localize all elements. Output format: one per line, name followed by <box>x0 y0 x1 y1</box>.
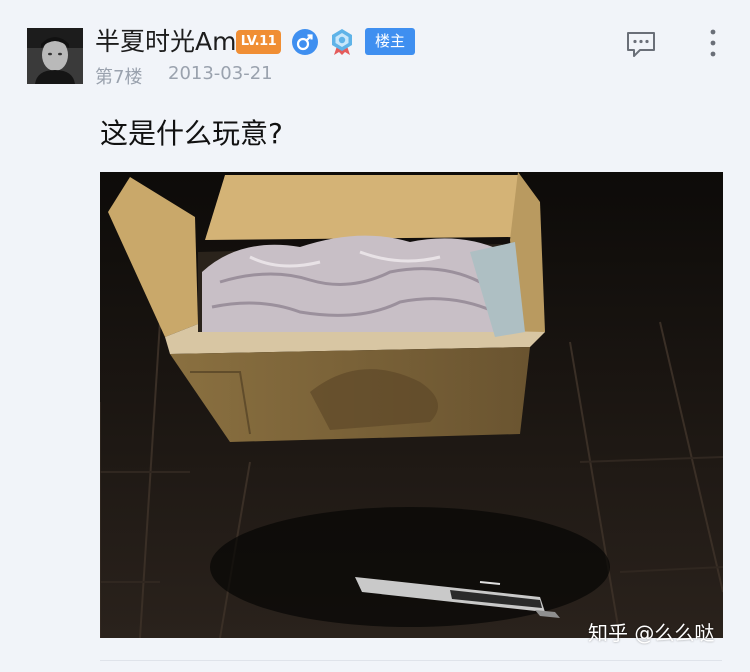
medal-icon[interactable] <box>328 28 356 56</box>
op-badge: 楼主 <box>365 28 415 55</box>
post-date: 2013-03-21 <box>168 63 273 84</box>
more-vertical-icon[interactable] <box>706 28 720 58</box>
username[interactable]: 半夏时光Am <box>95 27 236 57</box>
floor-number: 第7楼 <box>95 67 143 88</box>
male-symbol-icon <box>292 29 318 55</box>
user-avatar[interactable] <box>27 28 83 84</box>
level-badge: LV.11 <box>236 30 281 54</box>
comment-icon[interactable] <box>625 30 657 58</box>
post-photo[interactable] <box>100 172 723 638</box>
avatar-portrait <box>27 28 83 84</box>
post-text: 这是什么玩意? <box>100 117 283 150</box>
zhihu-watermark: 知乎 @么么哒 <box>588 621 715 645</box>
box-photo-image <box>100 172 723 638</box>
divider <box>100 660 722 661</box>
